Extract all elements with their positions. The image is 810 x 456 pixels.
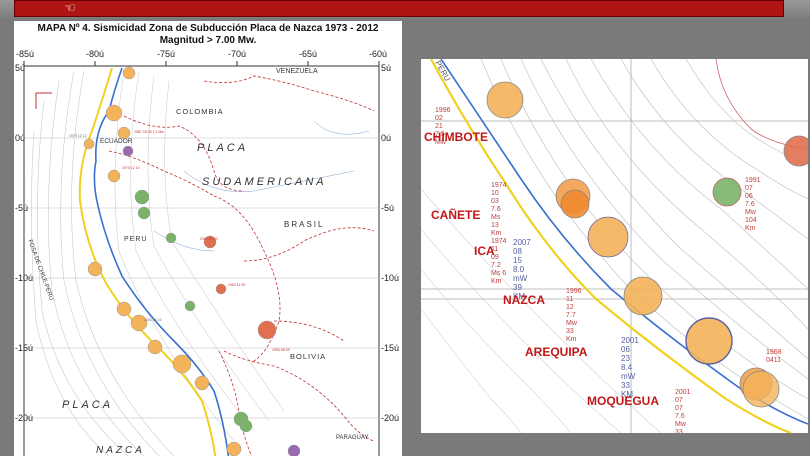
epicenter-marker [287, 444, 301, 456]
city-label-moquegua: MOQUEGUA [587, 394, 659, 408]
plate-label-nazca-1: PLACA [62, 399, 114, 411]
lat-tick: -15ú [15, 343, 34, 353]
lat-tick: -10ú [15, 273, 34, 283]
epicenter-marker [215, 283, 227, 295]
country-label-paraguay: PARAGUAY [336, 435, 369, 441]
lon-tick-row: -85ú -80ú -75ú -70ú -65ú -60ú [14, 49, 402, 61]
svg-text:1979 12 12: 1979 12 12 [69, 134, 87, 138]
svg-text:1970 12 10: 1970 12 10 [122, 166, 140, 170]
lat-tick: -10ú [381, 273, 400, 283]
city-label-nazca: NAZCA [503, 293, 545, 307]
city-label-arequipa: AREQUIPA [525, 345, 588, 359]
epicenter-marker [137, 206, 151, 220]
epicenter-marker [122, 66, 136, 80]
epicenter-1996-11-12 [623, 276, 663, 316]
country-label-colombia: COLOMBIA [176, 107, 224, 116]
country-label-venezuela: VENEZUELA [276, 68, 318, 75]
epicenter-1991-07-06 [712, 177, 742, 207]
epicenter-marker [107, 169, 121, 183]
event-label: 1974 10 03 7.6 Ms 13 Km 1974 11 09 7.2 M… [491, 182, 507, 285]
epicenter-1974-11-09 [560, 189, 590, 219]
city-label-ica: ICA [474, 244, 495, 258]
epicenter-moquegua [742, 370, 780, 408]
lat-tick: -5ú [15, 203, 29, 213]
epicenter-marker [83, 138, 95, 150]
epicenter-marker [87, 261, 103, 277]
lon-tick: -85ú [16, 49, 35, 59]
country-label-peru: PERU [124, 236, 148, 243]
lat-tick: 5ú [381, 63, 392, 73]
plate-label-sudamericana-2: SUDAMERICANA [202, 176, 327, 188]
lon-tick: -65ú [299, 49, 318, 59]
slide-title-bar [14, 0, 784, 17]
lat-tick: -5ú [381, 203, 395, 213]
svg-text:2007 07 02: 2007 07 02 [200, 237, 218, 241]
epicenter-marker [239, 419, 253, 433]
lat-tick: -15ú [381, 343, 400, 353]
event-label: 2007 08 15 8.0 mW 39 KM [513, 238, 531, 301]
epicenter-marker [226, 441, 242, 456]
lat-tick: 5ú [15, 63, 26, 73]
epicenter-marker [134, 189, 150, 205]
country-label-brasil: BRASIL [284, 220, 325, 229]
seismicity-map-left: MAPA Nº 4. Sismicidad Zona de Subducción… [14, 21, 402, 456]
svg-text:1987 03 06 7.1 Mw: 1987 03 06 7.1 Mw [134, 130, 164, 134]
plate-label-sudamericana-1: PLACA [197, 142, 249, 154]
event-label: 2001 07 07 7.6 Mw 33 Km [675, 389, 691, 433]
lon-tick: -75ú [157, 49, 176, 59]
epicenter-1996-02-21 [486, 81, 524, 119]
epicenter-marker [172, 354, 192, 374]
event-label: 2001 06 23 8.4 mW 33 KM [621, 336, 639, 399]
epicenter-marker [194, 375, 210, 391]
lat-tick: 0ú [381, 133, 392, 143]
lat-tick: -20ú [15, 413, 34, 423]
plate-label-nazca-2: NAZCA [96, 445, 145, 456]
svg-text:2001 06 23: 2001 06 23 [144, 318, 162, 322]
seismicity-map-zoom: 1996 02 21 7.5 Mw 1974 10 03 7.6 Ms 13 K… [421, 59, 808, 433]
country-label-ecuador: ECUADOR [100, 138, 133, 145]
lat-tick: -20ú [381, 413, 400, 423]
epicenter-marker [257, 320, 277, 340]
lat-tick: 0ú [15, 133, 26, 143]
event-label: 1996 11 12 7.7 Mw 33 Km [566, 288, 582, 343]
lon-tick: -80ú [86, 49, 105, 59]
epicenter-right-edge [783, 135, 808, 167]
epicenter-marker [122, 145, 134, 157]
country-label-bolivia: BOLIVIA [290, 352, 327, 361]
svg-text:1994 06 09: 1994 06 09 [272, 348, 290, 352]
event-label: 1968 0411 [766, 349, 782, 364]
svg-text:1963 11 09: 1963 11 09 [228, 283, 245, 287]
event-label: 1991 07 06 7.6 Mw 104 Km [745, 177, 761, 232]
lon-tick: -70ú [228, 49, 247, 59]
epicenter-marker [165, 232, 177, 244]
epicenter-marker [116, 301, 132, 317]
lon-tick: -60ú [369, 49, 388, 59]
epicenter-2001-06-23 [685, 317, 733, 365]
epicenter-marker [147, 339, 163, 355]
epicenter-2007-08-15 [587, 216, 629, 258]
epicenter-marker [184, 300, 196, 312]
left-map-svg: 1987 03 06 7.1 Mw 1970 12 10 2007 07 02 … [23, 61, 380, 456]
hand-cursor-icon: ☜ [64, 1, 76, 16]
epicenter-marker [105, 104, 123, 122]
city-label-chimbote: CHIMBOTE [424, 130, 488, 144]
city-label-canete: CAÑETE [431, 208, 481, 222]
